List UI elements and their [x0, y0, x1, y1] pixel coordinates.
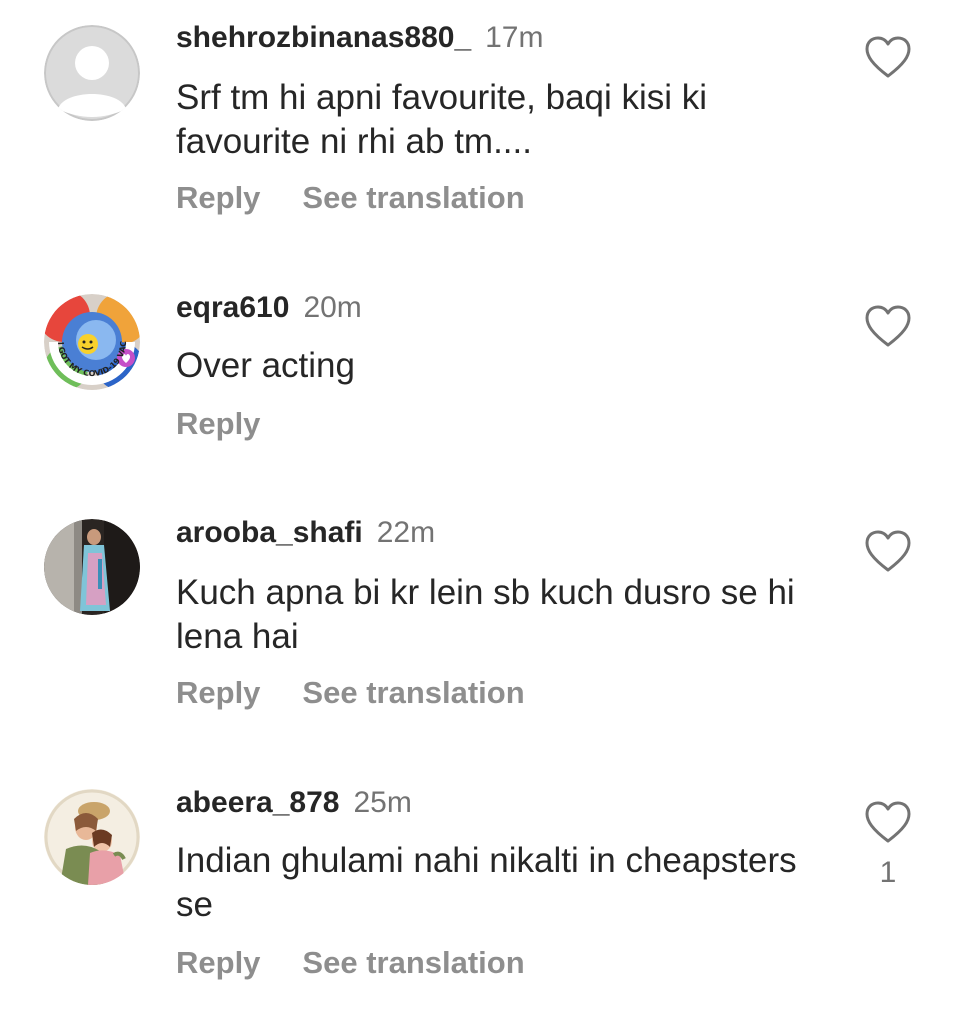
heart-outline-icon	[865, 36, 911, 78]
comment-header: shehrozbinanas880_ 17m	[176, 20, 543, 56]
like-button[interactable]	[864, 530, 912, 574]
heart-outline-icon	[865, 801, 911, 843]
reply-button[interactable]: Reply	[176, 406, 260, 441]
photo-avatar	[44, 519, 140, 615]
username[interactable]: abeera_878	[176, 786, 339, 819]
comment-text: Kuch apna bi kr lein sb kuch dusro se hi…	[176, 573, 795, 656]
comment-text: Indian ghulami nahi nikalti in cheapster…	[176, 841, 797, 924]
avatar[interactable]: I GOT MY COVID-19 VACCINE	[44, 294, 140, 390]
comment-actions: Reply See translation	[176, 943, 525, 983]
reply-button[interactable]: Reply	[176, 180, 260, 215]
comment-item: I GOT MY COVID-19 VACCINE eqra610 20m Ove…	[0, 270, 970, 470]
reply-button[interactable]: Reply	[176, 945, 260, 980]
comment-actions: Reply See translation	[176, 673, 525, 713]
comment-item: shehrozbinanas880_ 17m Srf tm hi apni fav…	[0, 0, 970, 250]
comment-header: abeera_878 25m	[176, 785, 412, 821]
comment-item: abeera_878 25m Indian ghulami nahi nikalt…	[0, 765, 970, 1015]
timestamp: 20m	[303, 291, 362, 324]
comment-actions: Reply	[176, 404, 260, 444]
comment-item: arooba_shafi 22m Kuch apna bi kr lein sb …	[0, 495, 970, 735]
see-translation-button[interactable]: See translation	[302, 675, 524, 710]
comment-actions: Reply See translation	[176, 178, 525, 218]
comment-text: Srf tm hi apni favourite, baqi kisi ki f…	[176, 78, 708, 161]
see-translation-button[interactable]: See translation	[302, 180, 524, 215]
covid-vaccine-sticker-avatar: I GOT MY COVID-19 VACCINE	[44, 294, 140, 390]
default-avatar-icon	[44, 25, 140, 121]
like-button[interactable]	[864, 305, 912, 349]
username[interactable]: eqra610	[176, 291, 289, 324]
username[interactable]: arooba_shafi	[176, 516, 363, 549]
timestamp: 22m	[376, 516, 436, 549]
see-translation-button[interactable]: See translation	[302, 945, 524, 980]
comment-header: arooba_shafi 22m	[176, 515, 435, 551]
timestamp: 17m	[485, 21, 544, 54]
timestamp: 25m	[353, 786, 412, 819]
comment-header: eqra610 20m	[176, 290, 362, 326]
avatar[interactable]	[44, 519, 140, 615]
like-button[interactable]	[864, 801, 912, 845]
username[interactable]: shehrozbinanas880_	[176, 21, 471, 54]
like-count: 1	[879, 856, 897, 889]
avatar[interactable]	[44, 789, 140, 885]
heart-outline-icon	[865, 530, 911, 572]
avatar[interactable]	[44, 25, 140, 121]
illustration-avatar	[44, 789, 140, 885]
comment-text: Over acting	[176, 346, 355, 385]
like-button[interactable]	[864, 36, 912, 80]
heart-outline-icon	[865, 305, 911, 347]
reply-button[interactable]: Reply	[176, 675, 260, 710]
